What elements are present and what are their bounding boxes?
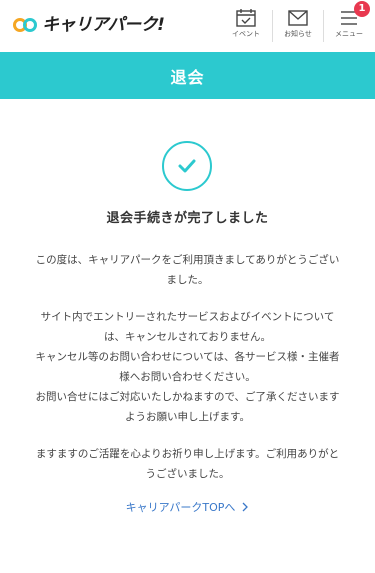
farewell-paragraph: ますますのご活躍を心よりお祈り申し上げます。ご利用ありがと うございました。 bbox=[12, 444, 363, 484]
text-line: うございました。 bbox=[145, 468, 230, 480]
nav-menu[interactable]: メニュー 1 bbox=[324, 0, 374, 52]
text-line: ようお願い申し上げます。 bbox=[125, 411, 250, 423]
logo-mark-icon bbox=[13, 18, 37, 32]
text-line: キャンセル等のお問い合わせについては、各サービス様・主催者 bbox=[35, 351, 340, 363]
notification-badge: 1 bbox=[354, 1, 370, 17]
text-line: 様へお問い合わせください。 bbox=[119, 371, 256, 383]
notice-paragraph: サイト内でエントリーされたサービスおよびイベントについて は、キャンセルされてお… bbox=[12, 307, 363, 427]
logo-text: キャリアパーク! bbox=[42, 15, 165, 35]
completion-heading: 退会手続きが完了しました bbox=[106, 211, 269, 226]
text-line: この度は、キャリアパークをご利用頂きましてありがとうござい bbox=[35, 254, 340, 266]
nav-notice-label: お知らせ bbox=[284, 30, 312, 38]
thanks-paragraph: この度は、キャリアパークをご利用頂きましてありがとうござい ました。 bbox=[12, 250, 363, 290]
nav-notice[interactable]: お知らせ bbox=[273, 0, 323, 52]
mail-icon bbox=[288, 10, 308, 26]
text-line: ますますのご活躍を心よりお祈り申し上げます。ご利用ありがと bbox=[35, 448, 340, 460]
success-circle bbox=[162, 141, 212, 191]
site-header: キャリアパーク! イベント お知らせ メニュー 1 bbox=[0, 0, 375, 52]
top-page-link[interactable]: キャリアパークTOPへ bbox=[0, 499, 375, 515]
calendar-icon bbox=[236, 9, 256, 27]
text-line: サイト内でエントリーされたサービスおよびイベントについて bbox=[40, 311, 335, 323]
nav-menu-label: メニュー bbox=[335, 30, 363, 38]
chevron-right-icon bbox=[242, 502, 249, 512]
text-line: は、キャンセルされておりません。 bbox=[103, 331, 272, 343]
page-title: 退会 bbox=[170, 67, 205, 87]
nav-event[interactable]: イベント bbox=[221, 0, 271, 52]
text-line: お問い合せにはご対応いたしかねますので、ご了承くださいます bbox=[35, 391, 340, 403]
nav-event-label: イベント bbox=[232, 30, 260, 38]
site-logo[interactable]: キャリアパーク! bbox=[12, 13, 165, 37]
top-page-link-label: キャリアパークTOPへ bbox=[125, 501, 236, 514]
text-line: ました。 bbox=[166, 274, 209, 286]
checkmark-icon bbox=[178, 159, 196, 173]
page-title-bar: 退会 bbox=[0, 52, 375, 99]
